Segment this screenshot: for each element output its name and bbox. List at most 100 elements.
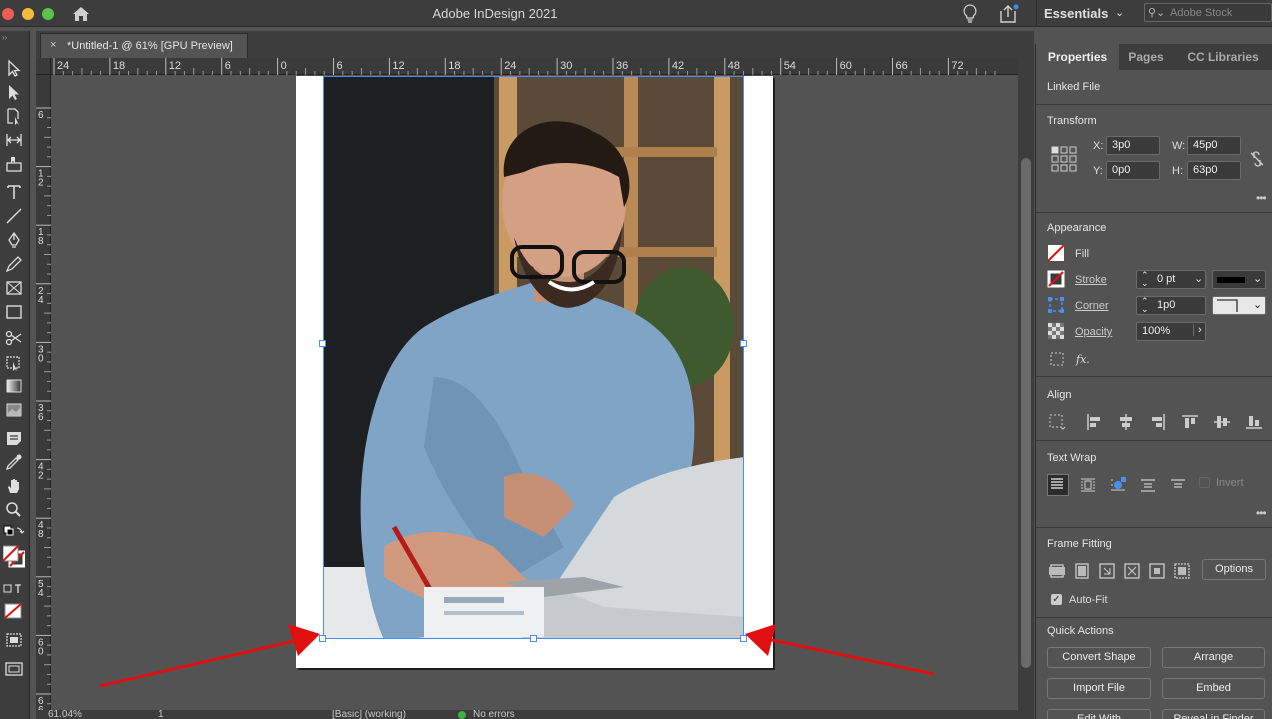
align-right-icon[interactable] [1149,413,1167,431]
no-text-wrap-icon[interactable] [1047,474,1069,496]
align-to-selection-icon[interactable] [1048,413,1066,431]
fx-button[interactable]: fx. [1076,353,1090,366]
constrain-proportions-icon[interactable] [1248,150,1266,168]
direct-selection-tool-icon[interactable] [3,82,25,102]
content-aware-fit-icon[interactable] [1173,562,1191,580]
object-effects-icon[interactable] [1048,350,1066,368]
jump-to-next-column-icon[interactable] [1169,476,1187,494]
arrange-button[interactable]: Arrange [1162,647,1265,668]
more-options-icon[interactable]: ••• [1256,191,1267,205]
fill-swatch-icon[interactable] [1047,244,1065,262]
zoom-level[interactable]: 61.04% [48,710,82,719]
workspace-switcher[interactable]: Essentials ⌄ [1036,0,1134,27]
fit-content-proportionally-icon[interactable] [1073,562,1091,580]
tab-cc-libraries[interactable]: CC Libraries [1173,44,1272,70]
stepper-icon[interactable]: ⌃ ⌄ [1141,297,1149,314]
line-tool-icon[interactable] [3,206,25,226]
center-content-icon[interactable] [1148,562,1166,580]
stepper-icon[interactable]: ⌃ ⌄ [1141,271,1149,288]
panel-grip-icon[interactable]: ›› [2,33,7,42]
corner-shape-dropdown[interactable]: ⌄ [1212,296,1266,315]
scrollbar-thumb[interactable] [1021,158,1031,668]
apply-none-icon[interactable] [3,601,25,621]
corner-size-field[interactable]: 1p0 ⌃ ⌄ [1136,296,1206,315]
align-bottom-icon[interactable] [1245,413,1263,431]
pencil-tool-icon[interactable] [3,254,25,274]
selection-tool-icon[interactable] [3,58,25,78]
corner-link[interactable]: Corner [1075,300,1109,312]
jump-object-icon[interactable] [1139,476,1157,494]
frame-handle-middle-left[interactable] [319,340,326,347]
stroke-swatch-icon[interactable] [1047,270,1065,288]
stroke-link[interactable]: Stroke [1075,274,1107,286]
adobe-stock-search[interactable]: ⚲⌄ Adobe Stock [1144,3,1272,22]
opacity-icon[interactable] [1047,322,1065,340]
reveal-in-finder-button[interactable]: Reveal in Finder [1162,709,1265,719]
tab-properties[interactable]: Properties [1036,44,1119,70]
auto-fit-checkbox[interactable]: ✓ [1051,594,1062,605]
stroke-weight-field[interactable]: 0 pt ⌃ ⌄ ⌄ [1136,270,1206,289]
ruler-origin[interactable] [36,58,51,75]
eyedropper-tool-icon[interactable] [3,452,25,472]
rectangle-tool-icon[interactable] [3,302,25,322]
close-tab-icon[interactable]: × [50,39,56,51]
stroke-type-dropdown[interactable]: ⌄ [1212,270,1266,289]
opacity-link[interactable]: Opacity [1075,326,1112,338]
width-field[interactable]: 45p0 [1187,136,1241,155]
share-icon[interactable] [998,3,1020,24]
fill-frame-proportionally-icon[interactable] [1048,562,1066,580]
preflight-profile[interactable]: [Basic] (working) [332,710,406,719]
align-vertical-center-icon[interactable] [1213,413,1231,431]
vertical-ruler[interactable]: 612182430364248546066 [36,75,51,710]
placed-image-frame[interactable] [323,76,744,639]
import-file-button[interactable]: Import File [1047,678,1151,699]
zoom-tool-icon[interactable] [3,500,25,520]
embed-button[interactable]: Embed [1162,678,1265,699]
document-tab[interactable]: × *Untitled-1 @ 61% [GPU Preview] [40,33,248,58]
gradient-feather-tool-icon[interactable] [3,400,25,420]
align-top-icon[interactable] [1181,413,1199,431]
more-options-icon[interactable]: ••• [1256,506,1267,520]
horizontal-ruler[interactable]: 24 18 12 6 0 6 12 18 24 30 36 42 48 54 60 66 72 [36,58,1018,75]
edit-with-button[interactable]: Edit With [1047,709,1151,719]
fit-content-to-frame-icon[interactable] [1123,562,1141,580]
frame-fitting-options-button[interactable]: Options [1202,559,1266,580]
y-position-field[interactable]: 0p0 [1106,161,1160,180]
align-left-icon[interactable] [1085,413,1103,431]
align-horizontal-center-icon[interactable] [1117,413,1135,431]
height-field[interactable]: 63p0 [1187,161,1241,180]
rectangle-frame-tool-icon[interactable] [3,278,25,298]
invert-checkbox[interactable] [1199,477,1210,488]
tab-pages[interactable]: Pages [1120,44,1172,70]
wrap-around-object-shape-icon[interactable] [1109,476,1127,494]
chevron-right-icon[interactable]: › [1193,324,1202,336]
page-number-field[interactable]: 1 [158,710,164,719]
scissors-tool-icon[interactable] [3,328,25,348]
formatting-affects-container-icon[interactable] [3,580,25,600]
frame-handle-bottom-center[interactable] [530,635,537,642]
reference-point-icon[interactable] [1051,146,1077,172]
gradient-swatch-tool-icon[interactable] [3,376,25,396]
corner-options-icon[interactable] [1047,296,1065,314]
default-fill-stroke-icon[interactable] [3,525,25,545]
free-transform-tool-icon[interactable] [3,352,25,372]
note-tool-icon[interactable] [3,428,25,448]
gap-tool-icon[interactable] [3,130,25,150]
preflight-errors[interactable]: No errors [473,710,515,719]
opacity-field[interactable]: 100% › [1136,322,1206,341]
frame-handle-middle-right[interactable] [740,340,747,347]
fill-stroke-swatch-icon[interactable] [2,543,26,573]
hand-tool-icon[interactable] [3,476,25,496]
chevron-down-icon[interactable]: ⌄ [1194,272,1203,285]
pen-tool-icon[interactable] [3,230,25,250]
wrap-around-bounding-box-icon[interactable] [1079,476,1097,494]
lightbulb-icon[interactable] [962,3,978,24]
type-tool-icon[interactable] [3,182,25,202]
document-canvas[interactable] [52,76,1018,710]
page-tool-icon[interactable] [3,106,25,126]
preview-mode-icon[interactable] [3,659,25,679]
fit-frame-to-content-icon[interactable] [1098,562,1116,580]
x-position-field[interactable]: 3p0 [1106,136,1160,155]
canvas-vertical-scrollbar[interactable] [1018,58,1034,710]
content-collector-tool-icon[interactable] [3,154,25,174]
